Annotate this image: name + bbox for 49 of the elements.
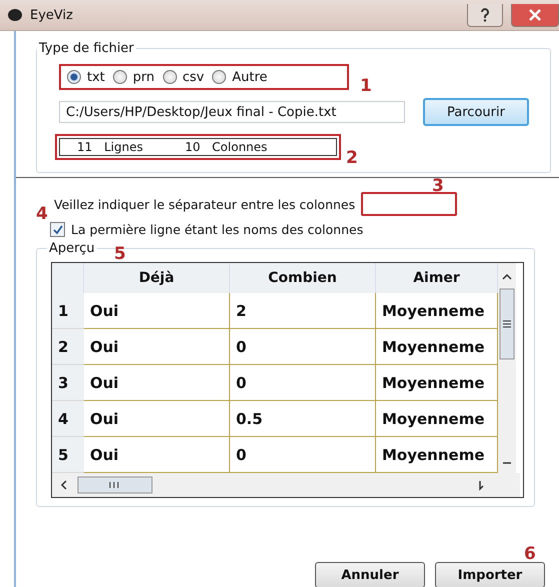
column-header: Combien [230, 263, 376, 293]
table-cell: Moyenneme [376, 365, 498, 401]
table-cell: 0 [230, 365, 376, 401]
group-title: Type de fichier [38, 41, 135, 56]
row-number: 1 [52, 293, 84, 329]
table-cell: Oui [84, 329, 230, 365]
file-path-field[interactable]: C:/Users/HP/Desktop/Jeux final - Copie.txt [59, 101, 405, 123]
separator-field[interactable] [361, 192, 458, 216]
column-header: Aimer [376, 263, 498, 293]
column-header: Déjà [84, 263, 230, 293]
horizontal-scrollbar[interactable] [52, 473, 520, 497]
corner-header [52, 263, 84, 293]
window-title: EyeViz [30, 8, 74, 22]
count-label: 10 Colonnes [184, 140, 268, 154]
table-cell: Oui [84, 365, 230, 401]
table-cell: Moyenneme [376, 293, 498, 329]
table-cell: 0.5 [230, 401, 376, 437]
file-type-radio[interactable]: Autre [212, 70, 268, 84]
import-button[interactable]: Importer [435, 562, 545, 587]
group-title: Aperçu [48, 241, 96, 256]
cancel-button[interactable]: Annuler [315, 562, 425, 587]
close-icon[interactable] [511, 4, 559, 26]
table-cell: Oui [84, 293, 230, 329]
row-number: 4 [52, 401, 84, 437]
annotation-number: 5 [114, 244, 126, 264]
annotation-number: 4 [36, 204, 48, 224]
file-type-radio[interactable]: txt [67, 70, 105, 84]
separator-label: Veillez indiquer le séparateur entre les colonnes [54, 196, 356, 212]
checkbox[interactable] [50, 222, 65, 237]
table-cell: 0 [230, 329, 376, 365]
row-number: 3 [52, 365, 84, 401]
row-number: 2 [52, 329, 84, 365]
file-type-radio[interactable]: csv [162, 70, 204, 84]
browse-button[interactable]: Parcourir [423, 98, 529, 126]
app-icon [8, 9, 22, 21]
table-cell: 2 [230, 293, 376, 329]
table-cell: Oui [84, 401, 230, 437]
count-label: 11 Lignes [77, 140, 143, 154]
file-type-radio[interactable]: prn [112, 70, 154, 84]
annotation-number: 3 [432, 176, 444, 196]
table-cell: Moyenneme [376, 329, 498, 365]
vertical-scrollbar[interactable] [498, 263, 516, 473]
annotation-number: 2 [346, 148, 358, 168]
help-icon[interactable] [467, 4, 503, 26]
table-cell: Moyenneme [376, 401, 498, 437]
row-number: 5 [52, 437, 84, 473]
header-row-label: La permière ligne étant les noms des colonnes [71, 222, 364, 237]
annotation-number: 1 [360, 76, 372, 96]
annotation-number: 6 [524, 544, 536, 564]
